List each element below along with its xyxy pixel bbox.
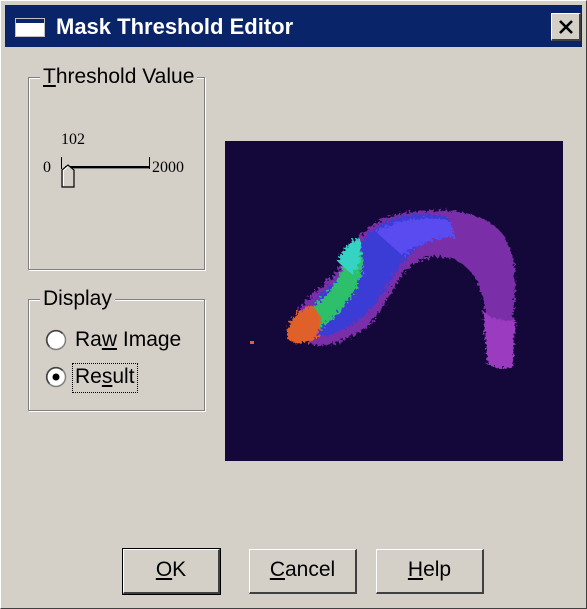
window-icon — [15, 18, 45, 37]
mask-preview-canvas — [250, 210, 516, 368]
title-bar[interactable]: Mask Threshold Editor — [5, 5, 582, 47]
radio-result-label: Result — [75, 365, 135, 388]
threshold-slider-track[interactable] — [65, 166, 149, 169]
radio-circle-icon — [45, 366, 67, 388]
radio-raw-image-label: Raw Image — [75, 328, 182, 351]
threshold-current-value: 102 — [61, 131, 85, 148]
dialog-window: Mask Threshold Editor Threshold Value 10… — [0, 0, 587, 609]
threshold-min-label: 0 — [43, 159, 51, 176]
radio-result[interactable] — [45, 366, 67, 393]
threshold-slider-thumb[interactable] — [61, 164, 75, 193]
window-title: Mask Threshold Editor — [56, 14, 294, 39]
slider-thumb-icon — [61, 164, 75, 188]
radio-raw-image[interactable] — [45, 329, 67, 356]
display-group-legend: Display — [40, 287, 115, 311]
slider-tick-max — [149, 157, 150, 169]
mask-preview-image — [225, 141, 563, 461]
threshold-group-legend: Threshold Value — [40, 65, 198, 89]
cancel-button[interactable]: Cancel — [249, 549, 357, 594]
help-button[interactable]: Help — [376, 549, 484, 594]
ok-button[interactable]: OK — [122, 548, 221, 595]
close-button[interactable] — [551, 13, 581, 41]
threshold-max-label: 2000 — [152, 159, 184, 176]
radio-circle-icon — [45, 329, 67, 351]
close-icon — [559, 20, 573, 34]
